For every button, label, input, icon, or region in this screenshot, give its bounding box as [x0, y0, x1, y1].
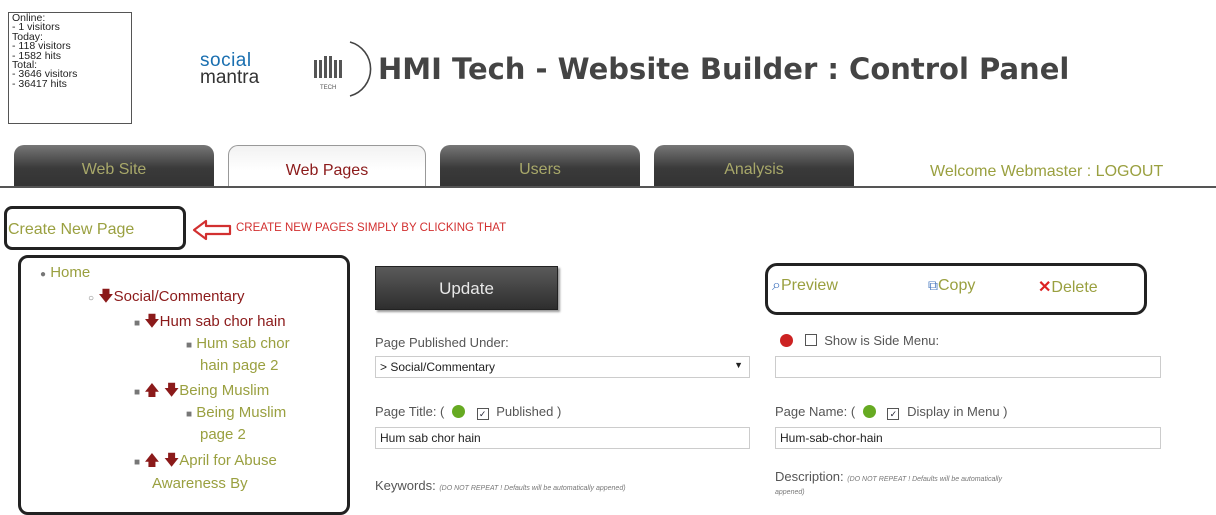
- display-in-menu-checkbox[interactable]: ✓: [887, 408, 900, 420]
- copy-label: Copy: [938, 277, 976, 294]
- tree-item-label: Hum sab chor hain: [159, 313, 286, 330]
- logo-emblem-text: TECH: [320, 85, 336, 91]
- tree-item-label: Being Muslim: [196, 404, 287, 421]
- move-down-arrow-icon[interactable]: 🡇: [164, 382, 179, 399]
- tab-web-pages[interactable]: Web Pages: [228, 145, 426, 187]
- show-side-menu-label: Show is Side Menu:: [824, 333, 940, 348]
- description-label: Description:: [775, 469, 844, 484]
- status-green-dot-icon: [452, 405, 465, 418]
- show-side-menu-row: Show is Side Menu:: [776, 333, 939, 348]
- status-green-dot-icon: [862, 405, 876, 418]
- move-down-arrow-icon[interactable]: 🡇: [98, 288, 113, 305]
- square-bullet-icon: ■: [134, 318, 141, 329]
- create-new-page-link[interactable]: Create New Page: [8, 221, 134, 239]
- tree-item-april-abuse-awareness[interactable]: ■ 🡅 🡇April for Abuse: [134, 451, 277, 472]
- tree-item-label: Being Muslim: [179, 382, 270, 399]
- update-button[interactable]: Update: [375, 266, 558, 310]
- tab-users[interactable]: Users: [440, 145, 640, 187]
- move-up-arrow-icon[interactable]: 🡅: [144, 452, 159, 469]
- tab-web-site[interactable]: Web Site: [14, 145, 214, 187]
- magnifier-icon: ⌕: [772, 277, 781, 294]
- page-title-label: Page Title: (: [375, 404, 445, 419]
- preview-button[interactable]: ⌕Preview: [772, 277, 838, 295]
- page-title: HMI Tech - Website Builder : Control Pan…: [378, 52, 1070, 86]
- page-name-label-row: Page Name: ( ✓ Display in Menu ): [775, 404, 1008, 420]
- delete-button[interactable]: ✕Delete: [1038, 277, 1098, 297]
- page-name-input[interactable]: Hum-sab-chor-hain: [775, 427, 1161, 449]
- delete-x-icon: ✕: [1038, 279, 1052, 296]
- tree-item-home[interactable]: ● Home: [40, 263, 90, 284]
- published-under-select[interactable]: > Social/Commentary ▼: [375, 356, 750, 378]
- published-under-value: > Social/Commentary: [380, 360, 496, 374]
- tree-item-hum-sab-chor-hain-page-2[interactable]: ■ Hum sab chor: [186, 334, 290, 355]
- move-down-arrow-icon[interactable]: 🡇: [164, 452, 179, 469]
- description-note: (DO NOT REPEAT ! Defaults will be automa…: [847, 476, 1002, 483]
- arrow-left-icon: [192, 219, 232, 241]
- stats-line: - 36417 hits: [12, 77, 67, 90]
- move-down-arrow-icon[interactable]: 🡇: [144, 313, 159, 330]
- show-side-menu-checkbox[interactable]: [804, 334, 817, 346]
- delete-label: Delete: [1051, 279, 1098, 296]
- welcome-logout-link[interactable]: Welcome Webmaster : LOGOUT: [930, 163, 1163, 181]
- logo-mantra-text: mantra: [200, 67, 260, 88]
- tree-item-label-continued[interactable]: hain page 2: [200, 356, 278, 375]
- published-label: Published ): [496, 404, 562, 419]
- square-bullet-icon: ■: [186, 409, 193, 420]
- tree-item-label-continued[interactable]: Awareness By: [152, 474, 248, 493]
- tree-item-hum-sab-chor-hain[interactable]: ■ 🡇Hum sab chor hain: [134, 312, 286, 333]
- keywords-label: Keywords:: [375, 478, 436, 493]
- create-page-annotation: CREATE NEW PAGES SIMPLY BY CLICKING THAT: [236, 222, 507, 234]
- description-label-row: Description: (DO NOT REPEAT ! Defaults w…: [775, 469, 1002, 498]
- published-checkbox[interactable]: ✓: [476, 408, 489, 420]
- tab-analysis[interactable]: Analysis: [654, 145, 854, 187]
- page-title-label-row: Page Title: ( ✓ Published ): [375, 404, 561, 420]
- tree-item-being-muslim[interactable]: ■ 🡅 🡇Being Muslim: [134, 381, 269, 402]
- tree-item-being-muslim-page-2[interactable]: ■ Being Muslim: [186, 403, 286, 424]
- bullet-icon: ●: [40, 269, 47, 280]
- circle-bullet-icon: ○: [88, 293, 95, 304]
- description-note-continued: appened): [775, 489, 805, 496]
- copy-button[interactable]: ⧉Copy: [928, 277, 975, 295]
- dropdown-arrow-icon: ▼: [734, 360, 743, 370]
- move-up-arrow-icon[interactable]: 🡅: [144, 382, 159, 399]
- tree-item-social-commentary[interactable]: ○ 🡇Social/Commentary: [88, 287, 245, 308]
- copy-icon: ⧉: [928, 277, 938, 293]
- keywords-label-row: Keywords: (DO NOT REPEAT ! Defaults will…: [375, 478, 626, 493]
- tree-item-label: April for Abuse: [179, 452, 277, 469]
- keywords-note: (DO NOT REPEAT ! Defaults will be automa…: [439, 485, 626, 492]
- hmi-tech-emblem-icon: TECH: [314, 41, 372, 97]
- page-name-label: Page Name: (: [775, 404, 856, 419]
- preview-label: Preview: [780, 277, 838, 294]
- visitor-stats-box: Online: - 1 visitors Today: - 118 visito…: [8, 12, 132, 124]
- page-title-input[interactable]: Hum sab chor hain: [375, 427, 750, 449]
- square-bullet-icon: ■: [186, 340, 193, 351]
- tree-item-label-continued[interactable]: page 2: [200, 425, 246, 444]
- tree-item-label: Social/Commentary: [113, 288, 245, 305]
- status-red-dot-icon: [780, 334, 793, 347]
- side-menu-field[interactable]: [775, 356, 1161, 378]
- published-under-label: Page Published Under:: [375, 335, 509, 350]
- tree-item-label: Home: [50, 264, 91, 281]
- tabs-divider: [0, 186, 1216, 188]
- display-in-menu-label: Display in Menu ): [907, 404, 1008, 419]
- square-bullet-icon: ■: [134, 457, 141, 468]
- social-mantra-logo: social mantra: [200, 51, 260, 88]
- tree-item-label: Hum sab chor: [196, 335, 290, 352]
- square-bullet-icon: ■: [134, 387, 141, 398]
